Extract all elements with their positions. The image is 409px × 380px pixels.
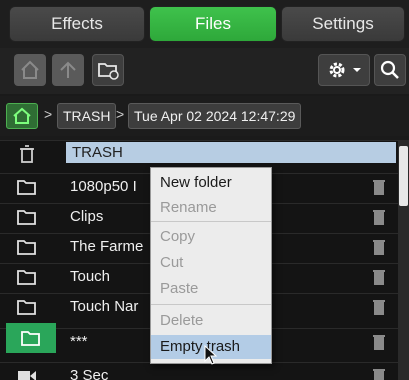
breadcrumb-separator: > (116, 106, 125, 122)
file-name: 3 Sec (70, 367, 109, 380)
chevron-down-icon (353, 68, 361, 72)
folder-icon (17, 240, 36, 255)
trash-icon[interactable] (372, 268, 386, 286)
home-button[interactable] (14, 54, 46, 86)
breadcrumb-home[interactable] (6, 103, 38, 129)
menu-item-delete[interactable]: Delete (151, 309, 271, 333)
tab-settings[interactable]: Settings (281, 6, 405, 42)
trash-icon[interactable] (372, 178, 386, 196)
menu-separator (151, 221, 271, 222)
toolbar (0, 48, 409, 94)
menu-item-new-folder[interactable]: New folder (151, 171, 271, 195)
drag-handle[interactable] (6, 323, 56, 353)
file-name: Touch Nar (70, 298, 139, 315)
scrollbar[interactable] (398, 140, 409, 380)
settings-menu-button[interactable] (318, 54, 370, 86)
menu-separator (151, 304, 271, 305)
file-name: Clips (70, 208, 104, 225)
search-button[interactable] (374, 54, 406, 86)
new-folder-icon (98, 63, 119, 80)
trash-icon[interactable] (372, 298, 386, 316)
file-name: The Farme (70, 238, 144, 255)
breadcrumb: > TRASH > Tue Apr 02 2024 12:47:29 (0, 96, 409, 136)
menu-item-copy[interactable]: Copy (151, 225, 271, 249)
up-button[interactable] (52, 54, 84, 86)
home-icon (13, 107, 31, 124)
breadcrumb-separator: > (44, 106, 53, 122)
up-arrow-icon (60, 61, 76, 78)
file-name: TRASH (66, 142, 396, 163)
menu-item-rename[interactable]: Rename (151, 196, 271, 220)
trash-icon[interactable] (372, 238, 386, 256)
trash-icon[interactable] (372, 333, 386, 351)
folder-icon (21, 331, 40, 346)
breadcrumb-item-trash[interactable]: TRASH (57, 103, 117, 129)
home-icon (21, 60, 39, 79)
file-name: 1080p50 I (70, 178, 137, 195)
list-item[interactable]: TRASH (0, 140, 400, 167)
list-item[interactable]: 3 Sec (0, 362, 400, 380)
tab-bar: Effects Files Settings (0, 0, 409, 48)
folder-icon (17, 180, 36, 195)
folder-icon (17, 270, 36, 285)
clip-icon (18, 371, 36, 380)
breadcrumb-item-date[interactable]: Tue Apr 02 2024 12:47:29 (128, 103, 302, 129)
folder-icon (17, 300, 36, 315)
gear-icon (329, 62, 345, 78)
trash-icon (20, 145, 34, 163)
new-folder-button[interactable] (92, 54, 124, 86)
tab-files[interactable]: Files (149, 6, 277, 42)
menu-item-cut[interactable]: Cut (151, 251, 271, 275)
search-icon (380, 60, 399, 79)
folder-icon (17, 210, 36, 225)
mouse-cursor-icon (204, 345, 218, 365)
menu-item-paste[interactable]: Paste (151, 277, 271, 301)
scrollbar-thumb[interactable] (399, 146, 408, 206)
trash-icon[interactable] (372, 367, 386, 380)
tab-effects[interactable]: Effects (9, 6, 145, 42)
file-name: *** (70, 333, 88, 350)
context-menu: New folder Rename Copy Cut Paste Delete … (150, 167, 272, 364)
trash-icon[interactable] (372, 208, 386, 226)
file-name: Touch (70, 268, 111, 285)
